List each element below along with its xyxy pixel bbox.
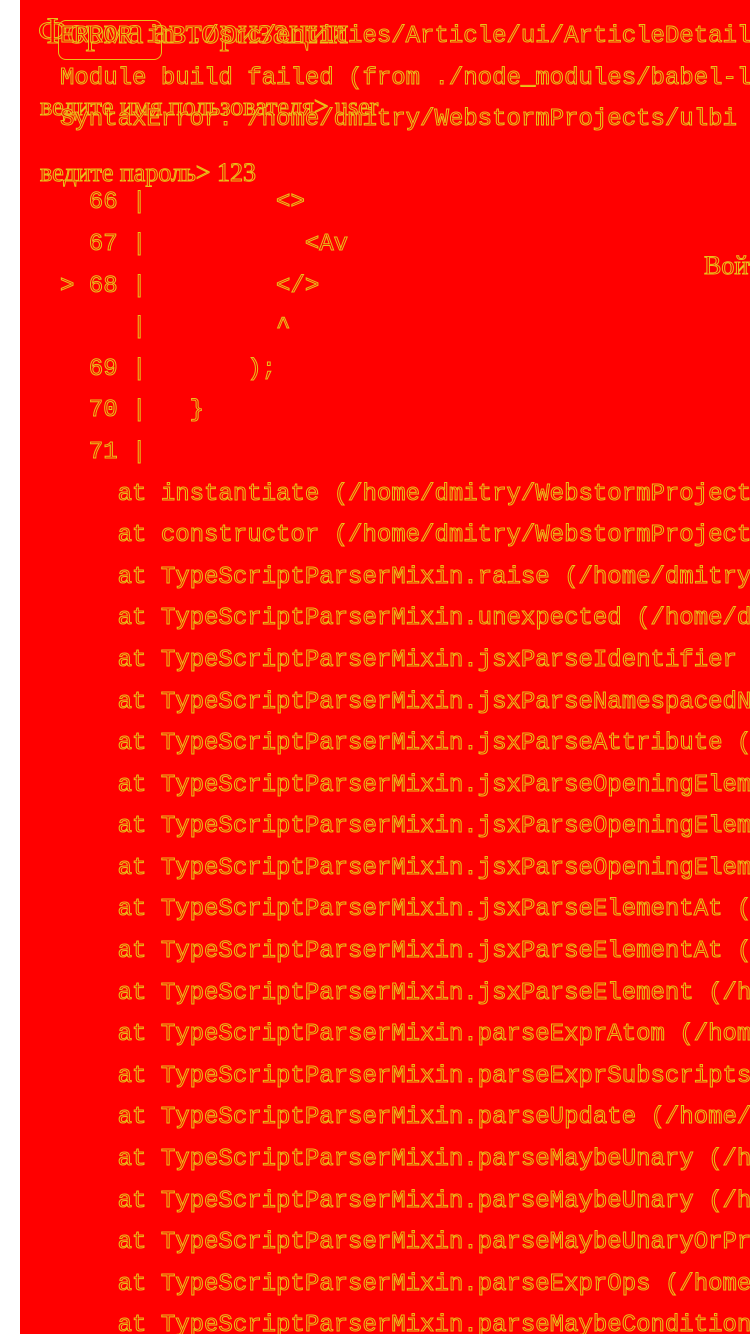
error-line: > 68 | </> <box>59 272 320 300</box>
app-screen: Форма авторизации ведите имя пользовател… <box>0 0 750 1334</box>
error-line: 70 | } <box>60 397 205 425</box>
error-line: at TypeScriptParserMixin.jsxParseElement… <box>60 938 750 966</box>
error-line: 67 | <Av <box>60 230 349 258</box>
error-line <box>60 141 750 183</box>
error-line: at TypeScriptParserMixin.parseExprSubscr… <box>60 1062 750 1090</box>
error-line: Module build failed (from ./node_modules… <box>59 64 750 92</box>
error-line: 69 | ); <box>60 355 277 383</box>
error-line: at TypeScriptParserMixin.jsxParseOpening… <box>60 854 750 882</box>
error-line: at TypeScriptParserMixin.jsxParseElement… <box>60 896 750 924</box>
error-line: 71 | <box>60 438 147 466</box>
error-line: 66 | <> <box>60 189 305 217</box>
error-line: at instantiate (/home/dmitry/WebstormPro… <box>60 480 750 508</box>
error-overlay: Форма авторизации ведите имя пользовател… <box>20 0 750 1334</box>
error-line: at constructor (/home/dmitry/WebstormPro… <box>60 522 750 550</box>
error-line: at TypeScriptParserMixin.raise (/home/dm… <box>60 563 750 591</box>
error-line: at TypeScriptParserMixin.jsxParseOpening… <box>60 813 750 841</box>
error-line: at TypeScriptParserMixin.parseMaybeCondi… <box>60 1312 750 1334</box>
error-line: at TypeScriptParserMixin.jsxParseOpening… <box>60 771 750 799</box>
error-line: at TypeScriptParserMixin.parseMaybeUnary… <box>60 1146 750 1174</box>
error-line: at TypeScriptParserMixin.parseUpdate (/h… <box>60 1104 750 1132</box>
error-line: | ^ <box>60 314 291 342</box>
error-line: at TypeScriptParserMixin.parseMaybeUnary… <box>60 1187 750 1215</box>
error-line: at TypeScriptParserMixin.jsxParseNamespa… <box>60 688 750 716</box>
error-line: at TypeScriptParserMixin.parseMaybeUnary… <box>60 1229 750 1257</box>
error-line: at TypeScriptParserMixin.jsxParseAttribu… <box>60 730 750 758</box>
error-line: at TypeScriptParserMixin.unexpected (/ho… <box>60 605 750 633</box>
error-line: at TypeScriptParserMixin.parseExprAtom (… <box>60 1021 750 1049</box>
error-line: at TypeScriptParserMixin.jsxParseElement… <box>60 979 750 1007</box>
error-line: ERROR in ./src/entities/Article/ui/Artic… <box>59 23 750 51</box>
error-line: SyntaxError: /home/dmitry/WebstormProjec… <box>59 106 737 134</box>
error-line: at TypeScriptParserMixin.parseExprOps (/… <box>60 1270 750 1298</box>
error-line: at TypeScriptParserMixin.jsxParseIdentif… <box>60 646 750 674</box>
error-stack-trace: ERROR in ./src/entities/Article/ui/Artic… <box>59 16 750 1334</box>
